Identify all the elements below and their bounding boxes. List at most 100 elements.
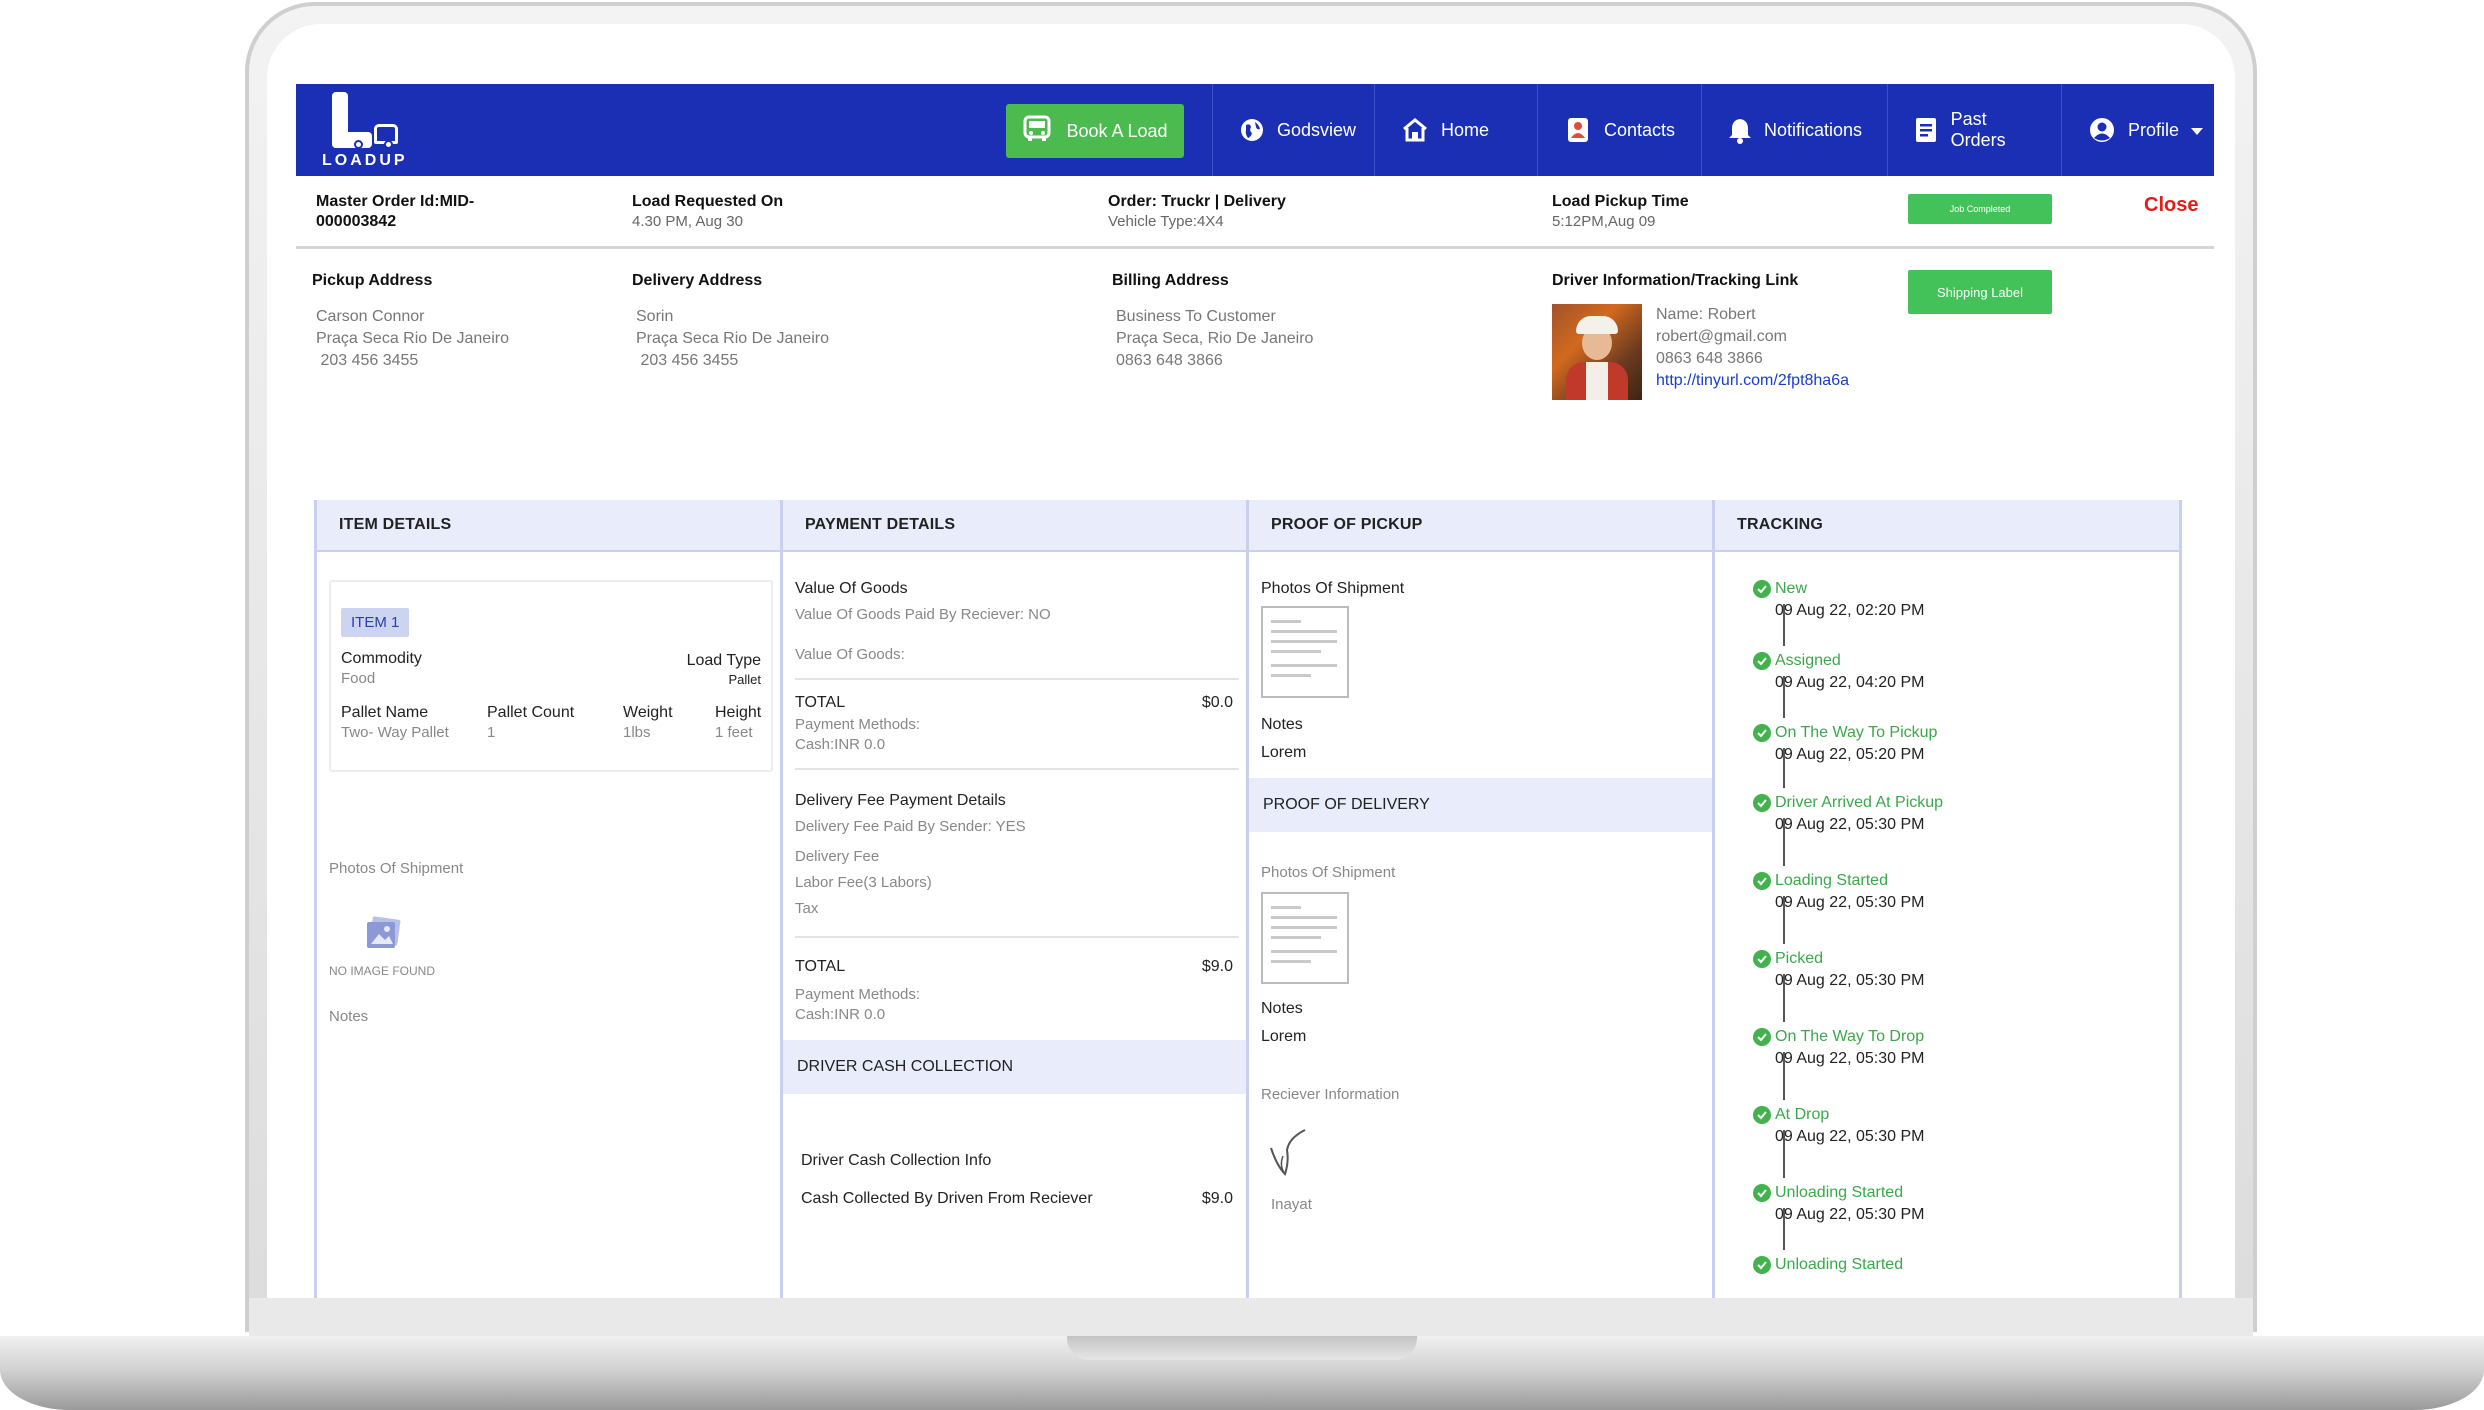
nav-label: Contacts xyxy=(1603,119,1675,140)
vehicle-type: Vehicle Type:4X4 xyxy=(1108,213,1224,230)
tracking-time: 09 Aug 22, 05:30 PM xyxy=(1775,1128,1925,1145)
document-line xyxy=(1271,936,1321,939)
order-type-title: Order: Truckr | Delivery xyxy=(1108,193,1286,210)
pickup-time-title: Load Pickup Time xyxy=(1552,193,1689,210)
labor-fee-label: Labor Fee(3 Labors) xyxy=(795,874,932,891)
driver-photo xyxy=(1552,304,1642,400)
tracking-status: At Drop xyxy=(1775,1106,1830,1123)
nav-label: Notifications xyxy=(1764,119,1863,140)
header-divider xyxy=(296,246,2214,249)
tracking-step: Unloading Started xyxy=(1753,1254,1903,1276)
check-circle-icon xyxy=(1753,1184,1771,1202)
no-image-found-text: NO IMAGE FOUND xyxy=(329,964,436,978)
payment-methods-value-2: Cash:INR 0.0 xyxy=(795,1006,886,1023)
driver-photo-hat xyxy=(1576,316,1618,334)
total-label-2: TOTAL xyxy=(795,958,846,975)
caret-down-icon xyxy=(2191,120,2204,141)
tax-label: Tax xyxy=(795,900,819,917)
contacts-icon xyxy=(1564,116,1592,144)
delivery-address-title: Delivery Address xyxy=(632,272,763,289)
document-line xyxy=(1271,630,1337,633)
nav-item-notifications[interactable]: Notifications xyxy=(1701,84,1887,176)
check-circle-icon xyxy=(1753,794,1771,812)
delivery-address: Delivery Address Sorin Praça Seca Rio De… xyxy=(632,270,829,372)
requested-value: 4.30 PM, Aug 30 xyxy=(632,213,743,230)
nav-label: Godsview xyxy=(1277,119,1357,140)
tracking-status: Driver Arrived At Pickup xyxy=(1775,794,1944,811)
close-button[interactable]: Close xyxy=(2144,194,2198,217)
pickup-name: Carson Connor xyxy=(316,308,425,325)
globe-icon xyxy=(1239,116,1265,144)
book-a-load-button[interactable]: Book A Load xyxy=(1006,104,1184,158)
item-details-header: ITEM DETAILS xyxy=(317,500,781,552)
billing-address: Billing Address Business To Customer Pra… xyxy=(1112,270,1313,372)
tracking-connector xyxy=(1783,896,1785,944)
value-of-goods-title: Value Of Goods xyxy=(795,580,908,597)
tracking-time: 09 Aug 22, 05:30 PM xyxy=(1775,1206,1925,1223)
top-navbar: LOADUP Book A Load Godsview Home Contact… xyxy=(296,84,2214,176)
tracking-step: Picked 09 Aug 22, 05:30 PM xyxy=(1753,948,1924,992)
pallet-name-label: Pallet Name xyxy=(341,704,429,721)
nav-item-contacts[interactable]: Contacts xyxy=(1537,84,1701,176)
tracking-status: Assigned xyxy=(1775,652,1841,669)
delivery-notes-value: Lorem xyxy=(1261,1028,1307,1045)
nav-label: Profile xyxy=(2128,119,2180,140)
pallet-name-value: Two- Way Pallet xyxy=(341,724,449,741)
pickup-line: Praça Seca Rio De Janeiro xyxy=(316,330,509,347)
tracking-time: 09 Aug 22, 05:30 PM xyxy=(1775,1050,1925,1067)
shipping-label-button[interactable]: Shipping Label xyxy=(1908,270,2052,314)
signature-icon xyxy=(1265,1126,1315,1183)
commodity-value: Food xyxy=(341,670,376,687)
document-line xyxy=(1271,906,1301,909)
nav-item-godsview[interactable]: Godsview xyxy=(1212,84,1374,176)
tracking-status: Picked xyxy=(1775,950,1824,967)
driver-name: Name: Robert xyxy=(1656,306,1756,323)
delivery-document-thumbnail[interactable] xyxy=(1261,892,1349,984)
tracking-connector xyxy=(1783,818,1785,866)
delivery-line: Praça Seca Rio De Janeiro xyxy=(636,330,829,347)
payment-divider xyxy=(795,768,1239,770)
weight-value: 1lbs xyxy=(623,724,651,741)
pickup-document-thumbnail[interactable] xyxy=(1261,606,1349,698)
delivery-notes-label: Notes xyxy=(1261,1000,1303,1017)
pallet-count-value: 1 xyxy=(487,724,496,741)
delivery-fee-paid: Delivery Fee Paid By Sender: YES xyxy=(795,818,1026,835)
app-screen: LOADUP Book A Load Godsview Home Contact… xyxy=(296,84,2214,1298)
delivery-photos-label: Photos Of Shipment xyxy=(1261,864,1396,881)
document-line xyxy=(1271,950,1337,953)
delivery-fee-label: Delivery Fee xyxy=(795,848,880,865)
image-placeholder-icon xyxy=(363,916,403,957)
document-icon xyxy=(1914,116,1939,144)
pickup-time-value: 5:12PM,Aug 09 xyxy=(1552,213,1656,230)
tracking-panel: TRACKING New 09 Aug 22, 02:20 PM Assigned 0… xyxy=(1712,500,2182,1298)
tracking-status: New xyxy=(1775,580,1808,597)
total-value-1: $0.0 xyxy=(1201,694,1233,711)
nav-item-profile[interactable]: Profile xyxy=(2061,84,2214,176)
pickup-notes-label: Notes xyxy=(1261,716,1303,733)
tracking-time: 09 Aug 22, 04:20 PM xyxy=(1775,674,1925,691)
tracking-status: On The Way To Drop xyxy=(1775,1028,1925,1045)
tracking-step: New 09 Aug 22, 02:20 PM xyxy=(1753,578,1924,622)
driver-cash-info: Driver Cash Collection Info xyxy=(801,1152,992,1169)
check-circle-icon xyxy=(1753,1256,1771,1274)
laptop-notch xyxy=(1067,1336,1417,1360)
load-type-label: Load Type xyxy=(686,652,761,669)
nav-item-home[interactable]: Home xyxy=(1374,84,1537,176)
nav-item-past-orders[interactable]: Past Orders xyxy=(1887,84,2061,176)
logo-wheel-icon xyxy=(354,140,363,149)
document-line xyxy=(1271,620,1301,623)
driver-info-title: Driver Information/Tracking Link xyxy=(1552,272,1799,289)
item-badge: ITEM 1 xyxy=(341,608,410,637)
order-type-block: Order: Truckr | Delivery Vehicle Type:4X… xyxy=(1108,192,1286,232)
total-label-1: TOTAL xyxy=(795,694,846,711)
loadup-logo[interactable]: LOADUP xyxy=(310,84,435,176)
billing-line: Praça Seca, Rio De Janeiro xyxy=(1116,330,1314,347)
tracking-link[interactable]: http://tinyurl.com/2fpt8ha6a xyxy=(1656,370,1849,392)
book-a-load-label: Book A Load xyxy=(1066,120,1168,141)
tracking-connector xyxy=(1783,676,1785,718)
driver-info-title-block: Driver Information/Tracking Link xyxy=(1552,270,1798,306)
billing-phone: 0863 648 3866 xyxy=(1116,352,1223,369)
tracking-step: Assigned 09 Aug 22, 04:20 PM xyxy=(1753,650,1925,694)
delivery-phone: 203 456 3455 xyxy=(636,352,739,369)
photos-of-shipment-label: Photos Of Shipment xyxy=(329,860,464,877)
